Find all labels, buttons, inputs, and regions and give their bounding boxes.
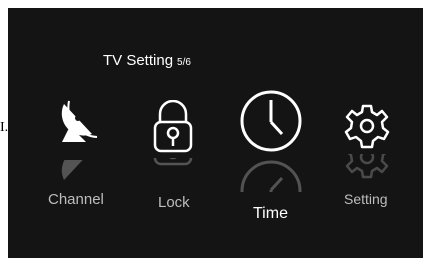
edge-text-fragment: I. — [0, 120, 9, 135]
page-indicator: 5/6 — [177, 57, 191, 68]
menu-label-time: Time — [253, 205, 288, 222]
tv-setting-panel: TV Setting 5/6 Channel Lock Time Setting — [8, 8, 423, 258]
satellite-dish-icon — [61, 100, 98, 142]
gear-icon — [344, 104, 390, 149]
menu-label-lock: Lock — [158, 194, 190, 211]
clock-icon — [240, 90, 302, 152]
title-text: TV Setting — [103, 52, 174, 69]
menu-label-channel: Channel — [48, 191, 104, 208]
padlock-icon — [153, 100, 193, 153]
menu-label-setting: Setting — [344, 191, 388, 207]
page-title: TV Setting 5/6 — [103, 52, 191, 69]
